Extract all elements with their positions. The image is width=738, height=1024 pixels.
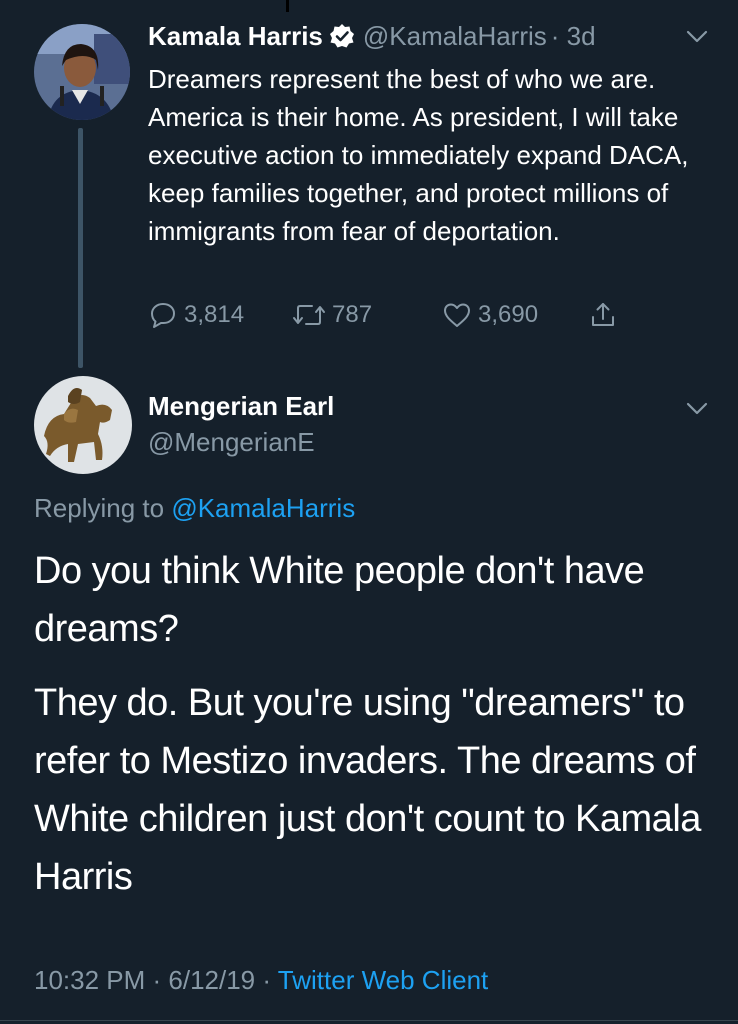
like-count: 3,690: [478, 301, 539, 328]
tweet-client-link[interactable]: Twitter Web Client: [278, 965, 488, 995]
original-tweet-text: Dreamers represent the best of who we ar…: [148, 64, 689, 246]
tweet-meta: 10:32 PM · 6/12/19 · Twitter Web Client: [34, 962, 488, 998]
retweet-button[interactable]: 787: [292, 298, 372, 332]
tweet-timestamp[interactable]: 10:32 PM · 6/12/19 ·: [34, 965, 271, 995]
avatar-image: [34, 24, 130, 120]
avatar-kamala-harris[interactable]: [34, 24, 130, 120]
thread-connector-line: [78, 128, 83, 368]
retweet-count: 787: [332, 301, 373, 328]
reply-author-name[interactable]: Mengerian Earl: [148, 390, 334, 422]
verified-badge-icon: [329, 23, 355, 49]
retweet-icon: [293, 305, 325, 325]
original-author-handle[interactable]: @KamalaHarris: [363, 20, 547, 52]
replying-to-handle-link[interactable]: @KamalaHarris: [171, 493, 355, 523]
replying-to-line: Replying to @KamalaHarris: [34, 490, 355, 526]
original-tweet-header: Kamala Harris @KamalaHarris · 3d: [148, 20, 596, 52]
original-tweet-time[interactable]: · 3d: [551, 20, 596, 52]
reply-author-handle[interactable]: @MengerianE: [148, 426, 315, 458]
like-button[interactable]: 3,690: [442, 298, 538, 332]
share-button[interactable]: [588, 298, 624, 332]
original-author-name[interactable]: Kamala Harris: [148, 20, 323, 52]
reply-count: 3,814: [184, 301, 245, 328]
share-icon: [592, 303, 614, 326]
chevron-down-icon[interactable]: [686, 402, 708, 416]
avatar-mengerian-earl[interactable]: [34, 376, 132, 474]
like-icon: [444, 303, 470, 327]
divider: [0, 1020, 738, 1021]
reply-tweet-text: Do you think White people don't have dre…: [34, 542, 714, 922]
chevron-down-icon[interactable]: [686, 30, 708, 44]
replying-to-prefix: Replying to: [34, 493, 165, 523]
tweet-actions-bar: 3,814 787 3,690: [148, 298, 648, 332]
top-edge-mark: [286, 0, 289, 12]
reply-paragraph-1: Do you think White people don't have dre…: [34, 550, 645, 650]
reply-icon: [151, 303, 175, 328]
avatar-image: [34, 376, 132, 474]
reply-paragraph-2: They do. But you're using "dreamers" to …: [34, 682, 701, 898]
reply-button[interactable]: 3,814: [148, 298, 244, 332]
